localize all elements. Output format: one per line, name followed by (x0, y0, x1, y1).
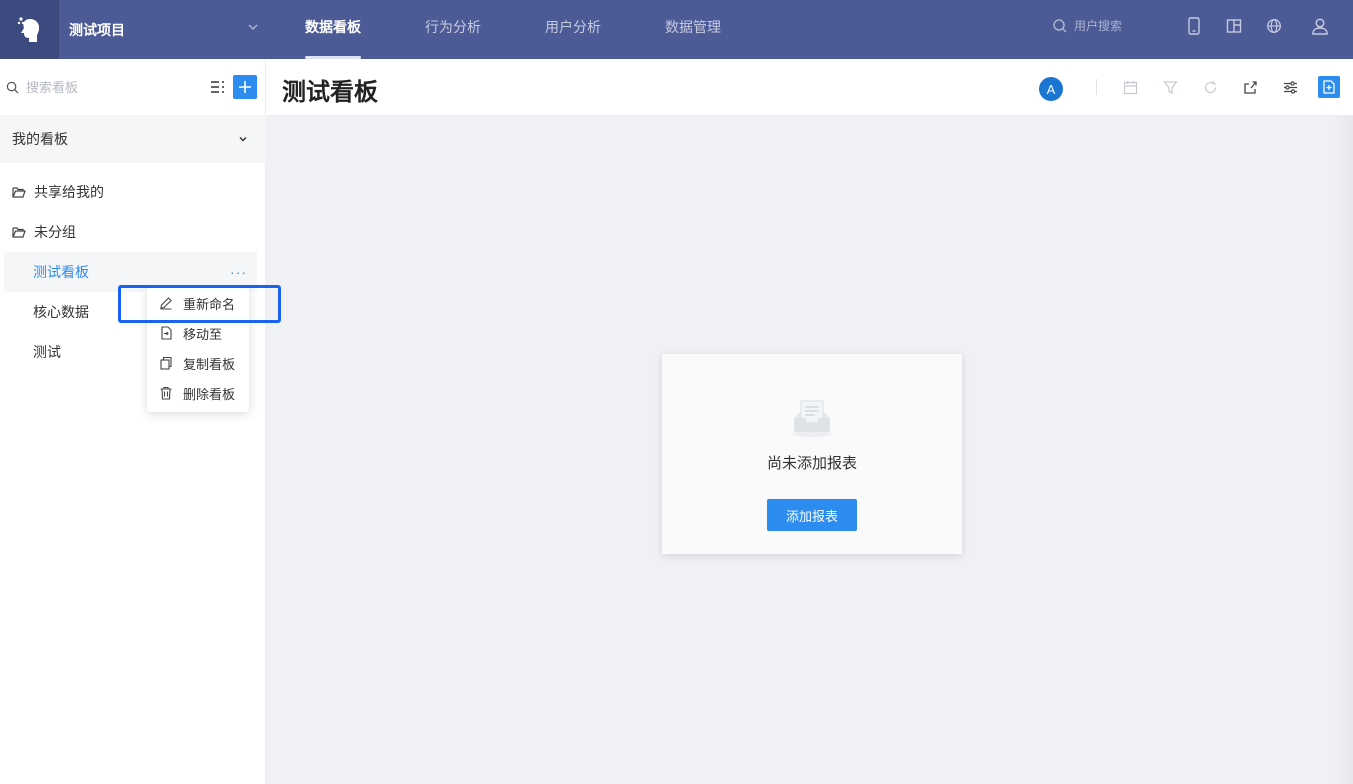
globe-icon[interactable] (1265, 17, 1283, 35)
empty-state-card: 尚未添加报表 添加报表 (662, 354, 962, 554)
chevron-down-icon (248, 24, 258, 31)
user-search[interactable]: 用户搜索 (1052, 17, 1122, 34)
header-divider (1096, 79, 1097, 95)
my-boards-title: 我的看板 (12, 131, 68, 147)
mobile-icon[interactable] (1185, 17, 1203, 35)
refresh-icon[interactable] (1201, 78, 1219, 96)
filter-icon[interactable] (1161, 78, 1179, 96)
board-label: 测试看板 (33, 264, 89, 280)
calendar-icon[interactable] (1121, 78, 1139, 96)
empty-inbox-icon (792, 400, 832, 437)
app-logo[interactable] (0, 0, 59, 59)
menu-item-delete-board[interactable]: 删除看板 (147, 378, 249, 408)
avatar[interactable]: A (1039, 77, 1063, 101)
plus-icon (239, 81, 251, 93)
board-label: 测试 (33, 344, 61, 360)
copy-icon (160, 356, 172, 370)
my-boards-section-header[interactable]: 我的看板 (0, 115, 266, 163)
tab-dashboard[interactable]: 数据看板 (305, 0, 361, 59)
board-search-input[interactable] (26, 77, 196, 97)
share-icon[interactable] (1241, 78, 1259, 96)
folder-open-icon (12, 227, 26, 238)
move-icon (161, 326, 172, 340)
user-search-placeholder: 用户搜索 (1074, 19, 1123, 33)
scroll-shadow (1333, 116, 1353, 784)
board-sidebar: 我的看板 共享给我的 未分组 测试看板 ··· 核心数据 测试 (0, 59, 266, 784)
page-title: 测试看板 (282, 79, 378, 106)
project-selector[interactable]: 测试项目 (59, 0, 266, 59)
folder-label: 共享给我的 (34, 184, 104, 200)
folder-label: 未分组 (34, 224, 76, 240)
user-icon[interactable] (1311, 17, 1329, 35)
brain-head-logo-icon (17, 16, 39, 42)
board-search (0, 59, 266, 115)
more-options-icon[interactable]: ··· (230, 264, 247, 280)
board-label: 核心数据 (33, 304, 89, 320)
project-name: 测试项目 (69, 21, 125, 38)
empty-state-message: 尚未添加报表 (766, 455, 857, 472)
menu-item-label: 复制看板 (183, 356, 236, 372)
menu-item-label: 移动至 (183, 326, 223, 342)
tab-user-analysis[interactable]: 用户分析 (545, 0, 601, 59)
folder-open-icon (12, 187, 26, 198)
add-report-icon[interactable] (1318, 76, 1340, 98)
folder-ungrouped[interactable]: 未分组 (0, 212, 266, 252)
top-navigation-bar: 测试项目 数据看板 行为分析 用户分析 数据管理 用户搜索 (0, 0, 1353, 59)
search-icon (6, 81, 19, 94)
layout-icon[interactable] (1225, 17, 1243, 35)
trash-icon (160, 386, 172, 400)
folder-shared-with-me[interactable]: 共享给我的 (0, 172, 266, 212)
list-view-icon[interactable] (210, 79, 226, 95)
rename-highlight-box (118, 285, 281, 323)
menu-item-label: 删除看板 (183, 386, 236, 402)
add-board-button[interactable] (233, 75, 257, 99)
menu-item-copy-board[interactable]: 复制看板 (147, 348, 249, 378)
add-report-button[interactable]: 添加报表 (767, 499, 857, 531)
settings-sliders-icon[interactable] (1281, 78, 1299, 96)
board-header: 测试看板 A (266, 59, 1353, 116)
search-icon (1053, 18, 1067, 33)
tab-data-management[interactable]: 数据管理 (665, 0, 721, 59)
tab-behavior-analysis[interactable]: 行为分析 (425, 0, 481, 59)
chevron-down-icon (239, 136, 247, 142)
